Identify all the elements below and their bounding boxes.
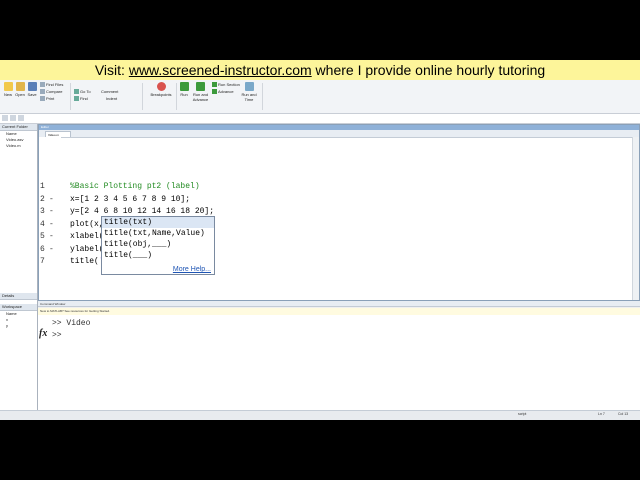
history-line: >> Video [52,319,91,328]
indent-button[interactable]: Indent [106,96,117,101]
save-button[interactable]: Save [27,82,37,97]
timer-icon [244,82,254,91]
breakpoints-button[interactable]: Breakpoints [149,82,173,97]
comment-button[interactable]: Comment [101,89,118,94]
line-number: 1 [40,182,45,191]
current-folder-header: Current Folder [0,124,37,131]
advance-button[interactable]: Advance [212,89,234,95]
forward-icon[interactable] [10,115,16,121]
workspace-var-y[interactable]: y [0,323,37,329]
run-advance-icon [196,82,205,91]
breakpoint-dash[interactable]: - [49,195,54,204]
banner-link[interactable]: www.screened-instructor.com [129,62,312,78]
new-button[interactable]: New [3,82,13,97]
run-section-button[interactable]: Run Section [212,82,240,88]
code-pre: title( [70,257,99,266]
suggestion-title-blank[interactable]: title(___) [102,250,214,261]
find-button[interactable]: Find [74,96,88,102]
suggestion-title-txt[interactable]: title(txt) [102,217,214,228]
more-help-link[interactable]: More Help... [173,266,211,273]
getting-started-notice[interactable]: New to MATLAB? See resources for Getting… [38,308,640,315]
toolstrip: New Open Save Find Files Compare Print G… [0,80,640,114]
find-files-button[interactable]: Find Files [40,82,63,88]
address-bar[interactable] [0,114,640,124]
command-window[interactable]: >> Video fx >> [38,315,640,420]
status-col: Col 13 [618,412,629,416]
code-line[interactable]: y=[2 4 6 8 10 12 14 16 18 20]; [70,207,214,216]
line-number: 6 [40,244,45,254]
workspace-header: Workspace [0,304,37,311]
fx-icon[interactable]: fx [39,328,47,339]
suggestion-title-obj[interactable]: title(obj,___) [102,239,214,250]
up-folder-icon[interactable] [18,115,24,121]
line-number: 5 [40,232,45,241]
run-icon [179,82,189,91]
status-mode: script [518,412,527,416]
compare-button[interactable]: Compare [40,89,62,95]
editor-tabs: Video.m [39,130,639,138]
breakpoint-icon [156,82,166,91]
line-number: 4 [40,219,45,229]
code-comment: %Basic Plotting pt2 (label) [70,182,200,191]
open-button[interactable]: Open [15,82,25,97]
editor-scrollbar[interactable] [632,137,639,300]
back-icon[interactable] [2,115,8,121]
line-number-gutter: 12-3-4-5-6-7 [39,137,61,300]
line-number: 2 [40,194,45,204]
new-icon [3,82,13,91]
status-bar: script Ln 7 Col 13 [0,410,640,420]
banner-prefix: Visit: [94,62,129,78]
code-pre: x=[1 2 3 4 5 6 7 8 9 10]; [70,194,191,204]
code-pre: ylabel( [70,244,104,254]
code-pre: y=[2 4 6 8 10 12 14 16 18 20]; [70,207,215,216]
suggestion-title-txt-name-value[interactable]: title(txt,Name,Value) [102,228,214,239]
run-and-advance-button[interactable]: Run and Advance [192,82,209,102]
breakpoint-dash[interactable]: - [49,220,54,229]
code-line[interactable]: x=[1 2 3 4 5 6 7 8 9 10]; [70,195,190,204]
code-pre: xlabel( [70,232,104,241]
run-and-time-button[interactable]: Run and Time [240,82,258,102]
banner-suffix: where I provide online hourly tutoring [311,62,546,78]
save-icon [27,82,37,91]
left-panel: Current Folder Name Video.asv Video.m De… [0,124,38,410]
line-number: 7 [40,257,45,266]
autocomplete-popup: title(txt) title(txt,Name,Value) title(o… [101,216,215,275]
matlab-window: Visit: www.screened-instructor.com where… [0,60,640,420]
tutoring-banner: Visit: www.screened-instructor.com where… [0,60,640,80]
print-button[interactable]: Print [40,96,54,102]
code-line[interactable]: %Basic Plotting pt2 (label) [70,182,200,191]
run-button[interactable]: Run [178,82,190,97]
breakpoint-dash[interactable]: - [49,232,54,241]
breakpoint-dash[interactable]: - [49,207,54,216]
breakpoint-dash[interactable]: - [49,245,54,254]
command-window-header: Command Window [38,301,640,307]
details-header[interactable]: Details [0,293,37,300]
go-to-button[interactable]: Go To [74,89,91,95]
command-prompt[interactable]: >> [52,331,62,340]
status-line: Ln 7 [598,412,605,416]
open-folder-icon [15,82,25,91]
line-number: 3 [40,207,45,216]
